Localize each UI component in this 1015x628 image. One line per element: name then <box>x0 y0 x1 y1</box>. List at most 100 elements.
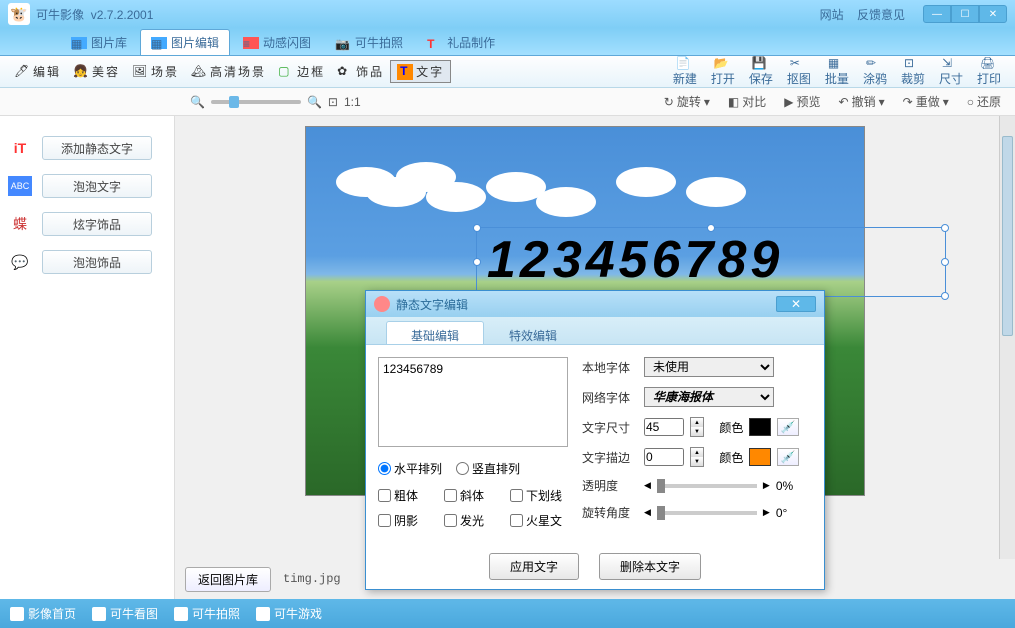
zoom-in-icon[interactable]: 🔍 <box>307 95 322 109</box>
dialog-tab-effects[interactable]: 特效编辑 <box>484 321 582 344</box>
text-input[interactable] <box>378 357 568 447</box>
opacity-slider[interactable] <box>657 484 757 488</box>
check-underline[interactable]: 下划线 <box>510 487 562 504</box>
action-open[interactable]: 📂打开 <box>705 56 741 87</box>
minimize-button[interactable]: — <box>923 5 951 23</box>
text-color-picker[interactable]: 💉 <box>777 418 799 436</box>
bubble-decor-icon: 💬 <box>8 252 32 272</box>
apply-text-button[interactable]: 应用文字 <box>489 553 579 580</box>
game-icon <box>256 607 270 621</box>
stroke-spinner[interactable]: ▲▼ <box>690 447 704 467</box>
dialog-tab-basic[interactable]: 基础编辑 <box>386 321 484 344</box>
stroke-color-picker[interactable]: 💉 <box>777 448 799 466</box>
canvas-rotate[interactable]: ↻ 旋转 ▾ <box>658 91 716 112</box>
zoom-fit-icon[interactable]: ⊡ <box>328 95 338 109</box>
action-batch[interactable]: ▦批量 <box>819 56 855 87</box>
tool-beauty[interactable]: 👧美容 <box>67 61 126 82</box>
check-mars[interactable]: 火星文 <box>510 512 562 529</box>
size-input[interactable] <box>644 418 684 436</box>
tool-frame[interactable]: ▢边框 <box>272 61 331 82</box>
tab-library[interactable]: ▦图片库 <box>60 29 138 55</box>
canvas-compare[interactable]: ◧ 对比 <box>722 91 772 112</box>
action-print[interactable]: 🖨打印 <box>971 56 1007 87</box>
bubble-text-icon: ABC <box>8 176 32 196</box>
action-save[interactable]: 💾保存 <box>743 56 779 87</box>
home-icon <box>10 607 24 621</box>
bubble-text-button[interactable]: 泡泡文字 <box>42 174 152 198</box>
opacity-label: 透明度 <box>582 477 638 494</box>
app-title: 可牛影像 v2.7.2.2001 <box>36 6 153 23</box>
angle-value: 0° <box>776 506 787 520</box>
link-site[interactable]: 网站 <box>820 8 844 22</box>
tool-edit[interactable]: 🖊编辑 <box>8 61 67 82</box>
tab-animation[interactable]: ≡动感闪图 <box>232 29 322 55</box>
maximize-button[interactable]: ☐ <box>951 5 979 23</box>
stroke-color-swatch[interactable] <box>749 448 771 466</box>
bubble-decor-button[interactable]: 泡泡饰品 <box>42 250 152 274</box>
action-crop[interactable]: ⊡裁剪 <box>895 56 931 87</box>
viewer-icon <box>92 607 106 621</box>
resize-handle[interactable] <box>473 258 481 266</box>
resize-handle[interactable] <box>941 258 949 266</box>
color-label: 颜色 <box>719 419 743 436</box>
radio-vertical[interactable]: 竖直排列 <box>456 460 520 477</box>
footer-camera[interactable]: 可牛拍照 <box>174 605 240 622</box>
add-static-text-button[interactable]: 添加静态文字 <box>42 136 152 160</box>
resize-handle[interactable] <box>473 224 481 232</box>
check-bold[interactable]: 粗体 <box>378 487 430 504</box>
zoom-out-icon[interactable]: 🔍 <box>190 95 205 109</box>
action-cutout[interactable]: ✂抠图 <box>781 56 817 87</box>
back-to-library-button[interactable]: 返回图片库 <box>185 567 271 592</box>
check-italic[interactable]: 斜体 <box>444 487 496 504</box>
resize-handle[interactable] <box>941 292 949 300</box>
tool-text[interactable]: T文字 <box>390 60 451 83</box>
sidebar: iT添加静态文字 ABC泡泡文字 蝶炫字饰品 💬泡泡饰品 <box>0 116 175 599</box>
check-glow[interactable]: 发光 <box>444 512 496 529</box>
angle-label: 旋转角度 <box>582 504 638 521</box>
action-size[interactable]: ⇲尺寸 <box>933 56 969 87</box>
stroke-color-label: 颜色 <box>719 449 743 466</box>
radio-horizontal[interactable]: 水平排列 <box>378 460 442 477</box>
dialog-titlebar[interactable]: 静态文字编辑 ✕ <box>366 291 824 317</box>
resize-handle[interactable] <box>941 224 949 232</box>
footer-game[interactable]: 可牛游戏 <box>256 605 322 622</box>
opacity-value: 0% <box>776 479 793 493</box>
zoom-slider[interactable] <box>211 100 301 104</box>
link-feedback[interactable]: 反馈意见 <box>857 8 905 22</box>
vertical-scrollbar[interactable] <box>999 116 1015 559</box>
canvas-restore[interactable]: ○ 还原 <box>961 91 1007 112</box>
filename-label: timg.jpg <box>283 572 341 586</box>
canvas-toolbar: 🔍 🔍 ⊡ 1:1 ↻ 旋转 ▾ ◧ 对比 ▶ 预览 ↶ 撤销 ▾ ↷ 重做 ▾… <box>0 88 1015 116</box>
tab-camera[interactable]: 📷可牛拍照 <box>324 29 414 55</box>
canvas-undo[interactable]: ↶ 撤销 ▾ <box>833 91 891 112</box>
check-shadow[interactable]: 阴影 <box>378 512 430 529</box>
fancy-text-button[interactable]: 炫字饰品 <box>42 212 152 236</box>
local-font-select[interactable]: 未使用 <box>644 357 774 377</box>
canvas-text[interactable]: 123456789 <box>477 228 945 292</box>
action-new[interactable]: 📄新建 <box>667 56 703 87</box>
footer-home[interactable]: 影像首页 <box>10 605 76 622</box>
static-text-icon: iT <box>8 138 32 158</box>
text-color-swatch[interactable] <box>749 418 771 436</box>
local-font-label: 本地字体 <box>582 359 638 376</box>
dialog-close-button[interactable]: ✕ <box>776 296 816 312</box>
footer-viewer[interactable]: 可牛看图 <box>92 605 158 622</box>
text-selection[interactable]: 123456789 <box>476 227 946 297</box>
size-spinner[interactable]: ▲▼ <box>690 417 704 437</box>
tab-edit[interactable]: ▦图片编辑 <box>140 29 230 55</box>
tool-decor[interactable]: ✿饰品 <box>331 61 390 82</box>
delete-text-button[interactable]: 删除本文字 <box>599 553 701 580</box>
close-button[interactable]: ✕ <box>979 5 1007 23</box>
size-label: 文字尺寸 <box>582 419 638 436</box>
action-doodle[interactable]: ✏涂鸦 <box>857 56 893 87</box>
tab-gift[interactable]: T礼品制作 <box>416 29 506 55</box>
resize-handle[interactable] <box>707 224 715 232</box>
footer: 影像首页 可牛看图 可牛拍照 可牛游戏 <box>0 599 1015 628</box>
tool-scene[interactable]: 🖼场景 <box>126 61 185 82</box>
angle-slider[interactable] <box>657 511 757 515</box>
stroke-input[interactable] <box>644 448 684 466</box>
canvas-preview[interactable]: ▶ 预览 <box>778 91 826 112</box>
tool-hd-scene[interactable]: 🏔高清场景 <box>185 61 272 82</box>
net-font-select[interactable]: 华康海报体 <box>644 387 774 407</box>
canvas-redo[interactable]: ↷ 重做 ▾ <box>897 91 955 112</box>
